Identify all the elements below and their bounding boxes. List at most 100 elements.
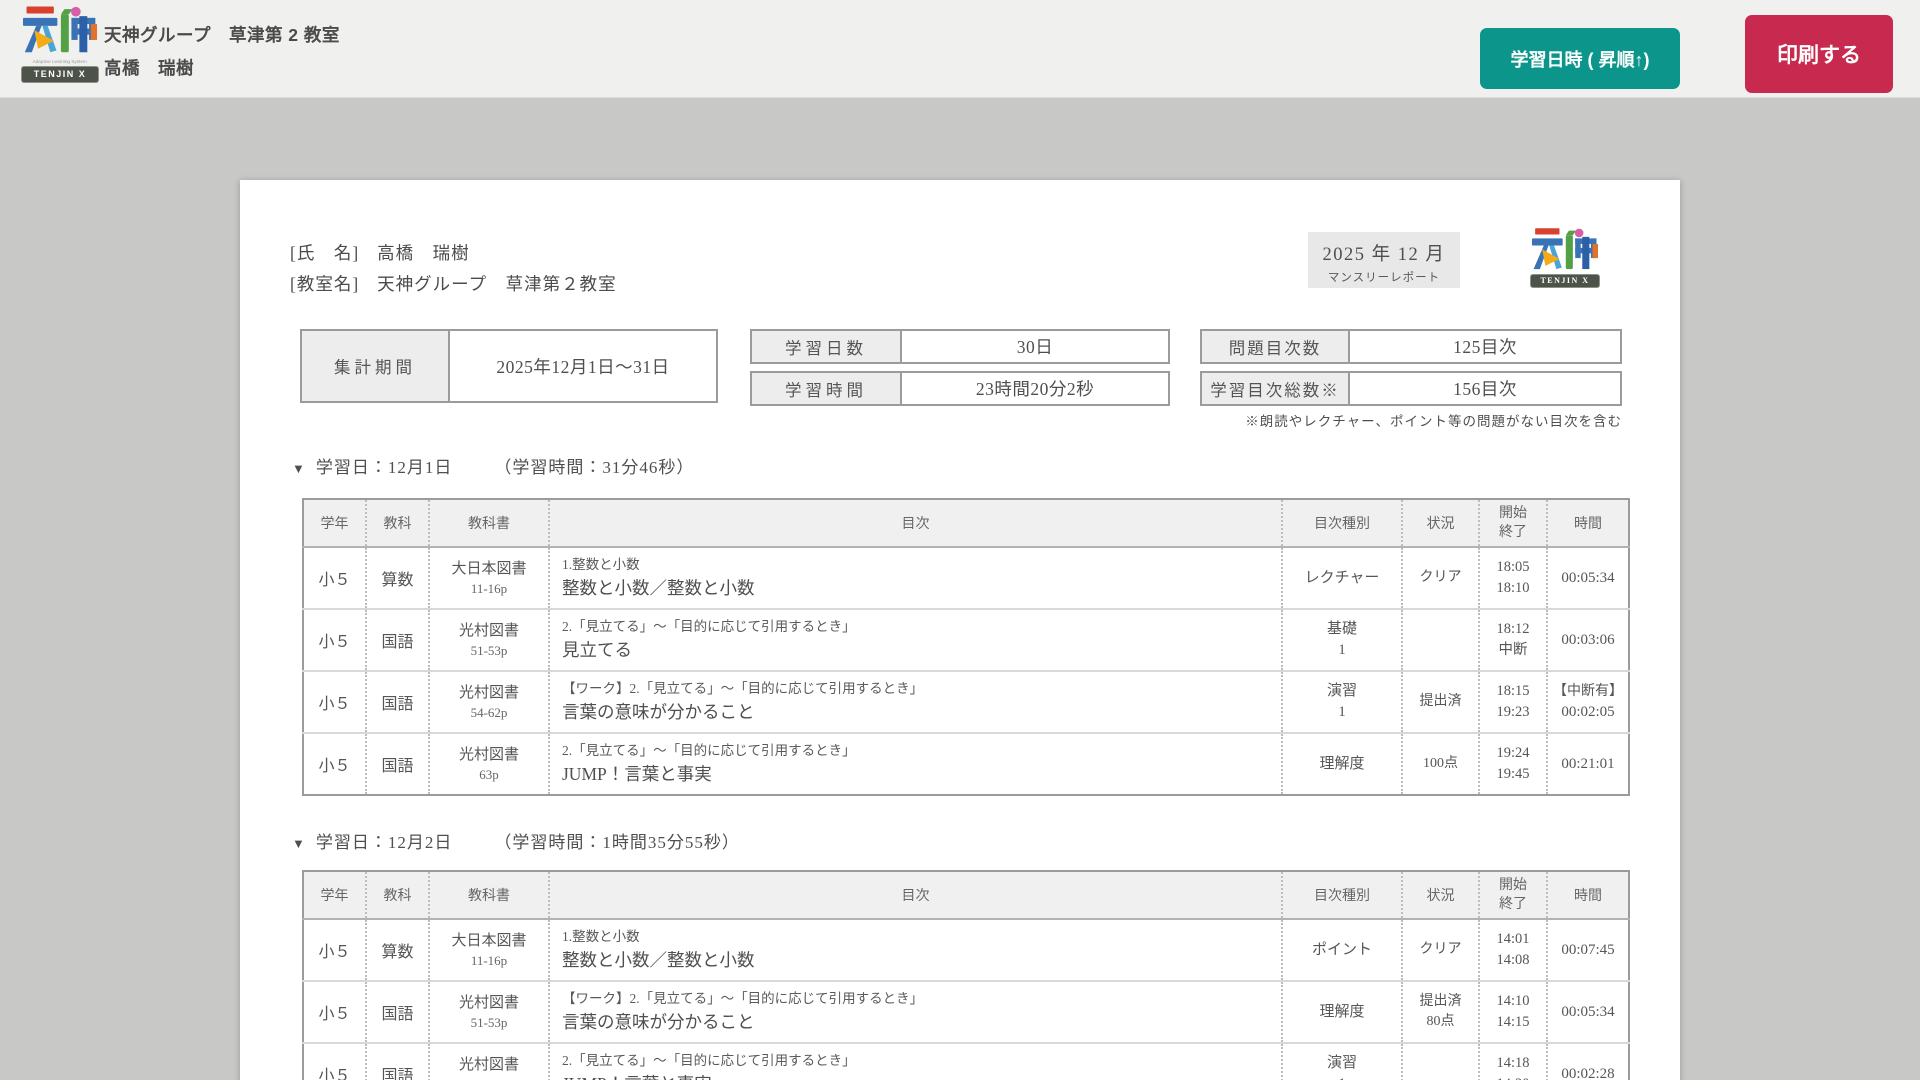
name-label: [氏 名]: [290, 243, 359, 263]
cell-start-end: 14:1014:15: [1479, 981, 1547, 1043]
cell-subject: 国語: [366, 981, 429, 1043]
screen: Adaptive Learning System TENJIN X 天神グループ…: [0, 0, 1920, 1080]
cell-grade: 小５: [303, 981, 366, 1043]
cell-status: [1402, 609, 1479, 671]
monthly-report-paper: [氏 名] 高橋 瑞樹 [教室名] 天神グループ 草津第２教室 2025 年 12 …: [240, 180, 1680, 1080]
col-time: 時間: [1547, 499, 1629, 547]
classroom-title: 天神グループ 草津第 2 教室: [104, 22, 340, 47]
collapse-triangle-icon: ▼: [292, 461, 306, 476]
cell-subject: 算数: [366, 547, 429, 609]
cell-toc: 【ワーク】2.「見立てる」～「目的に応じて引用するとき」言葉の意味が分かること: [549, 981, 1282, 1043]
cell-start-end: 14:0114:08: [1479, 919, 1547, 981]
summary-problems-value: 125目次: [1350, 331, 1620, 362]
cell-toc: 2.「見立てる」～「目的に応じて引用するとき」見立てる: [549, 609, 1282, 671]
cell-book: 光村図書51-53p: [429, 609, 549, 671]
report-month: 2025 年 12 月: [1308, 240, 1460, 266]
cell-start-end: 19:2419:45: [1479, 733, 1547, 795]
table-row: 小５ 国語 光村図書51-53p 【ワーク】2.「見立てる」～「目的に応じて引用…: [303, 981, 1629, 1043]
cell-type: ポイント: [1282, 919, 1402, 981]
table-row: 小５ 国語 光村図書51-53p 2.「見立てる」～「目的に応じて引用するとき」…: [303, 609, 1629, 671]
tenjin-logo-paper: TENJIN X: [1525, 228, 1605, 288]
logo-badge: TENJIN X: [1530, 274, 1600, 288]
classroom-value: 天神グループ 草津第２教室: [377, 274, 616, 294]
sort-order-button[interactable]: 学習日時 ( 昇順↑): [1480, 28, 1680, 89]
cell-grade: 小５: [303, 919, 366, 981]
tenjin-logo-icon: [1532, 228, 1598, 274]
col-subject: 教科: [366, 499, 429, 547]
cell-time: 00:21:01: [1547, 733, 1629, 795]
app-header: Adaptive Learning System TENJIN X 天神グループ…: [0, 0, 1920, 98]
name-value: 高橋 瑞樹: [377, 243, 470, 263]
cell-toc: 2.「見立てる」～「目的に応じて引用するとき」JUMP！言葉と事実: [549, 1043, 1282, 1080]
cell-time: 00:05:34: [1547, 547, 1629, 609]
col-status: 状況: [1402, 499, 1479, 547]
student-name: 高橋 瑞樹: [104, 55, 340, 80]
classroom-label: [教室名]: [290, 274, 359, 294]
logo-tagline: Adaptive Learning System: [33, 60, 87, 65]
cell-book: 光村図書63p: [429, 1043, 549, 1080]
table-header-row: 学年 教科 教科書 目次 目次種別 状況 開始終了 時間: [303, 871, 1629, 919]
cell-book: 光村図書63p: [429, 733, 549, 795]
cell-subject: 国語: [366, 609, 429, 671]
col-subject: 教科: [366, 871, 429, 919]
summary-time-value: 23時間20分2秒: [902, 373, 1168, 404]
col-book: 教科書: [429, 499, 549, 547]
report-type: マンスリーレポート: [1308, 269, 1460, 285]
cell-toc: 2.「見立てる」～「目的に応じて引用するとき」JUMP！言葉と事実: [549, 733, 1282, 795]
cell-grade: 小５: [303, 609, 366, 671]
cell-subject: 算数: [366, 919, 429, 981]
study-table-dec1: 学年 教科 教科書 目次 目次種別 状況 開始終了 時間 小５ 算数 大日本図書…: [302, 498, 1630, 796]
table-row: 小５ 国語 光村図書63p 2.「見立てる」～「目的に応じて引用するとき」JUM…: [303, 733, 1629, 795]
section-header-dec1[interactable]: ▼ 学習日：12月1日 （学習時間：31分46秒）: [292, 453, 694, 478]
section-header-dec2[interactable]: ▼学習日：12月2日（学習時間：1時間35分55秒）: [292, 828, 740, 853]
cell-toc: 1.整数と小数整数と小数／整数と小数: [549, 547, 1282, 609]
section-title: 学習日：12月1日: [316, 458, 453, 477]
col-grade: 学年: [303, 871, 366, 919]
cell-toc: 【ワーク】2.「見立てる」～「目的に応じて引用するとき」言葉の意味が分かること: [549, 671, 1282, 733]
cell-type: レクチャー: [1282, 547, 1402, 609]
cell-subject: 国語: [366, 1043, 429, 1080]
summary-time: 学習時間 23時間20分2秒: [750, 371, 1170, 406]
table-row: 小５ 国語 光村図書54-62p 【ワーク】2.「見立てる」～「目的に応じて引用…: [303, 671, 1629, 733]
table-row: 小５ 算数 大日本図書11-16p 1.整数と小数整数と小数／整数と小数 ポイン…: [303, 919, 1629, 981]
col-toc: 目次: [549, 499, 1282, 547]
cell-book: 光村図書51-53p: [429, 981, 549, 1043]
summary-total: 学習目次総数※ 156目次: [1200, 371, 1622, 406]
report-month-badge: 2025 年 12 月 マンスリーレポート: [1308, 232, 1460, 288]
summary-period: 集計期間 2025年12月1日～31日: [300, 329, 718, 403]
summary-period-label: 集計期間: [302, 331, 450, 401]
col-type: 目次種別: [1282, 871, 1402, 919]
summary-problems: 問題目次数 125目次: [1200, 329, 1622, 364]
study-table-dec2: 学年 教科 教科書 目次 目次種別 状況 開始終了 時間 小５ 算数 大日本図書…: [302, 870, 1630, 1080]
summary-total-value: 156目次: [1350, 373, 1620, 404]
summary-period-value: 2025年12月1日～31日: [450, 331, 716, 401]
summary-days: 学習日数 30日: [750, 329, 1170, 364]
col-start-end: 開始終了: [1479, 499, 1547, 547]
cell-type: 演習1: [1282, 1043, 1402, 1080]
summary-time-label: 学習時間: [752, 373, 902, 404]
tenjin-logo-icon: [23, 6, 97, 58]
cell-start-end: 18:0518:10: [1479, 547, 1547, 609]
print-button[interactable]: 印刷する: [1745, 15, 1893, 93]
cell-time: 00:05:34: [1547, 981, 1629, 1043]
cell-grade: 小５: [303, 1043, 366, 1080]
cell-status: 提出済: [1402, 671, 1479, 733]
col-grade: 学年: [303, 499, 366, 547]
cell-grade: 小５: [303, 671, 366, 733]
summary-note: ※朗読やレクチャー、ポイント等の問題がない目次を含む: [300, 410, 1622, 430]
col-status: 状況: [1402, 871, 1479, 919]
summary-problems-label: 問題目次数: [1202, 331, 1350, 362]
section-study-time: （学習時間：31分46秒）: [494, 458, 694, 477]
section-title: 学習日：12月2日: [316, 833, 453, 852]
cell-type: 理解度: [1282, 981, 1402, 1043]
cell-status: 100点: [1402, 733, 1479, 795]
cell-status: [1402, 1043, 1479, 1080]
tenjin-logo: Adaptive Learning System TENJIN X: [18, 6, 102, 83]
cell-time: 00:03:06: [1547, 609, 1629, 671]
cell-grade: 小５: [303, 733, 366, 795]
cell-type: 演習1: [1282, 671, 1402, 733]
collapse-triangle-icon: ▼: [292, 836, 306, 851]
cell-time: 00:07:45: [1547, 919, 1629, 981]
table-header-row: 学年 教科 教科書 目次 目次種別 状況 開始終了 時間: [303, 499, 1629, 547]
table-row: 小５ 算数 大日本図書11-16p 1.整数と小数整数と小数／整数と小数 レクチ…: [303, 547, 1629, 609]
